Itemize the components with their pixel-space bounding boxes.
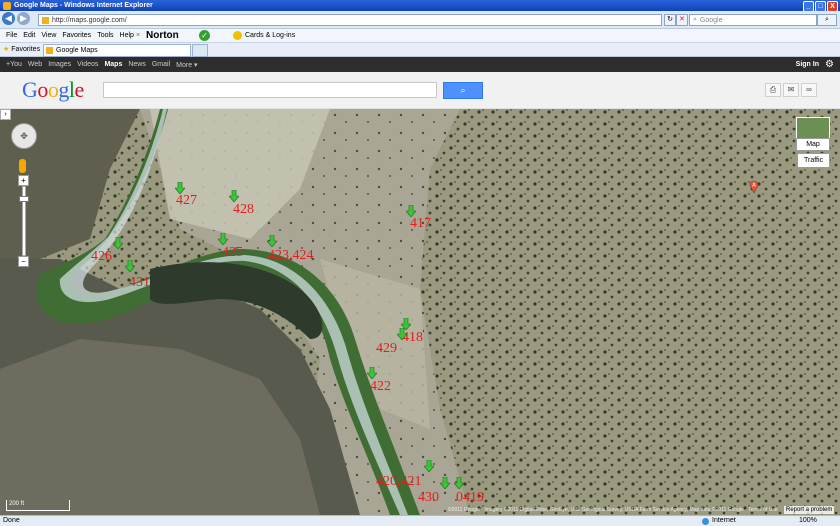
refresh-button[interactable]: ↻ [664,14,676,26]
ie-icon [3,1,11,10]
logo-letter: e [74,77,85,102]
cards-label: Cards & Log-ins [245,32,296,39]
cards-icon [233,31,242,40]
address-row: ◀ ▶ http://maps.google.com/ ↻ ✕ ⌕ Google… [0,11,840,29]
marker-label-428: 428 [233,202,254,217]
satellite-map[interactable]: › ✥ + − Map Traffic A 427 428 417 426 42… [0,109,840,515]
zoom-in-button[interactable]: + [18,175,29,186]
window-titlebar: Google Maps - Windows Internet Explorer … [0,0,840,12]
google-header: Google ⌕ ⎙ ✉ ∞ [0,72,840,109]
address-bar[interactable]: http://maps.google.com/ [38,14,662,26]
marker-label-431: 431 [129,275,150,290]
google-logo[interactable]: Google [22,78,84,102]
gear-icon[interactable]: ⚙ [825,57,834,72]
marker-label-422: 422 [370,379,391,394]
menu-tools[interactable]: Tools [97,32,113,39]
map-copyright: ©2011 Google · Imagery ©2011 DigitalGlob… [448,507,778,513]
down-arrow-icon [218,233,228,245]
stop-button[interactable]: ✕ [676,14,688,26]
pan-control[interactable]: ✥ [11,123,37,149]
ie-search-button[interactable]: ⌕ [817,14,837,26]
down-arrow-icon [267,235,277,247]
down-arrow-icon [397,328,407,340]
search-icon: ⌕ [460,85,466,95]
new-tab-button[interactable] [192,44,208,57]
logo-letter: G [22,77,38,102]
status-bar: Done Internet 100% [0,515,840,526]
map-scale: 200 ft [6,500,70,511]
zoom-out-button[interactable]: − [18,256,29,267]
favorites-label: Favorites [11,46,41,53]
marker-label-0419: 0419 [456,490,484,505]
marker-label-417: 417 [410,216,431,231]
menu-bar: File Edit View Favorites Tools Help [0,29,840,43]
gbar-more[interactable]: More ▾ [176,61,197,69]
marker-label-425: 425 [222,245,243,260]
gbar-videos[interactable]: Videos [77,61,98,68]
map-imagery [0,109,840,515]
star-icon: ★ [3,46,10,53]
marker-label-420-421: 420,421 [376,474,422,489]
menu-file[interactable]: File [6,32,17,39]
down-arrow-icon [367,367,377,379]
menu-edit[interactable]: Edit [23,32,35,39]
marker-label-426: 426 [91,249,112,264]
favorites-button[interactable]: ★ Favorites [3,44,40,55]
tab-favicon [46,47,53,54]
marker-label-423-424: 423,424 [268,248,314,263]
map-type-button[interactable]: Map [796,138,830,151]
tab-title: Google Maps [56,47,98,54]
pegman-icon[interactable] [19,159,26,173]
maps-search-button[interactable]: ⌕ [443,82,483,99]
window-title: Google Maps - Windows Internet Explorer [14,2,153,9]
back-button[interactable]: ◀ [2,12,15,25]
ie-search-input[interactable]: ⌕ Google [689,14,817,26]
address-url: http://maps.google.com/ [52,16,127,24]
google-nav-bar: +You Web Images Videos Maps News Gmail M… [0,57,840,72]
google-logo-text: Google [22,77,84,102]
gbar-gmail[interactable]: Gmail [152,61,170,68]
gbar-news[interactable]: News [128,61,146,68]
panel-collapse-button[interactable]: › [0,109,11,120]
cards-logins-button[interactable]: Cards & Log-ins [233,29,295,42]
logo-letter: g [58,77,69,102]
maps-search-input[interactable] [103,82,437,98]
norton-toolbar-logo[interactable]: Norton [146,29,179,42]
globe-icon [702,517,709,525]
norton-close-icon[interactable]: × [136,29,140,42]
down-arrow-icon [424,460,434,472]
zoom-slider-knob[interactable] [19,196,29,202]
gbar-web[interactable]: Web [28,61,42,68]
page-icon [42,16,49,24]
menu-help[interactable]: Help [120,32,134,39]
email-icon[interactable]: ✉ [783,83,799,97]
location-pin-icon[interactable]: A [749,179,759,193]
marker-label-430: 430 [418,490,439,505]
favorites-row: ★ Favorites Google Maps [0,43,840,57]
menu-view[interactable]: View [41,32,56,39]
down-arrow-icon [440,477,450,489]
report-problem-link[interactable]: Report a problem [784,506,835,514]
marker-label-429: 429 [376,341,397,356]
norton-check-icon[interactable]: ✓ [199,30,210,41]
tab-google-maps[interactable]: Google Maps [43,44,191,57]
menu-favorites[interactable]: Favorites [62,32,91,39]
down-arrow-icon [125,260,135,272]
traffic-button[interactable]: Traffic [797,153,830,168]
link-icon[interactable]: ∞ [801,83,817,97]
gbar-you[interactable]: +You [6,61,22,68]
logo-letter: o [47,77,59,102]
sign-in-link[interactable]: Sign In [796,57,819,72]
marker-label-427: 427 [176,193,197,208]
down-arrow-icon [113,237,123,249]
down-arrow-icon [454,477,464,489]
gbar-maps[interactable]: Maps [104,61,122,68]
gbar-images[interactable]: Images [48,61,71,68]
logo-letter: o [37,77,48,102]
forward-button[interactable]: ▶ [17,12,30,25]
search-icon: ⌕ [693,16,697,23]
ie-search-placeholder: Google [699,16,723,24]
down-arrow-icon [229,190,239,202]
print-icon[interactable]: ⎙ [765,83,781,97]
